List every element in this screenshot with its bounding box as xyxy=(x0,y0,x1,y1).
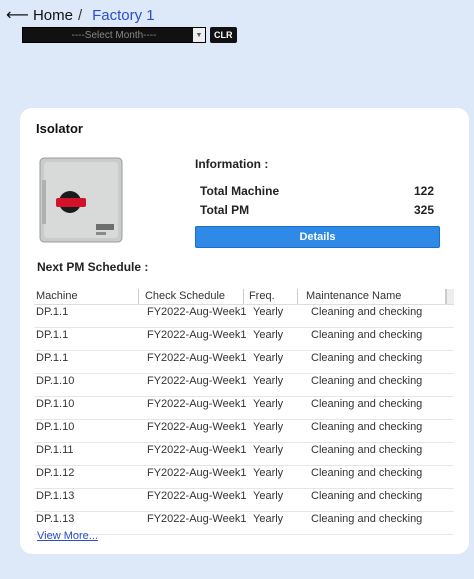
table-row[interactable]: DP.1.1 FY2022-Aug-Week1 Yearly Cleaning and… xyxy=(34,351,454,374)
table-row[interactable]: DP.1.13 FY2022-Aug-Week1 Yearly Cleaning an… xyxy=(34,489,454,512)
cell-machine: DP.1.13 xyxy=(36,490,75,502)
chevron-down-icon[interactable]: ▼ xyxy=(193,28,205,42)
cell-maintenance-name: Cleaning and checking xyxy=(311,329,423,341)
month-select-value: ----Select Month---- xyxy=(71,29,157,41)
cell-check-schedule: FY2022-Aug-Week1 xyxy=(147,352,247,364)
cell-check-schedule: FY2022-Aug-Week1 xyxy=(147,490,247,502)
breadcrumb-separator: / xyxy=(77,6,83,24)
cell-machine: DP.1.11 xyxy=(36,444,74,456)
cell-machine: DP.1.1 xyxy=(36,352,69,364)
month-select[interactable]: ----Select Month---- ▼ xyxy=(22,27,206,43)
cell-freq: Yearly xyxy=(253,467,284,479)
cell-maintenance-name: Cleaning and checking xyxy=(311,398,423,410)
scrollbar[interactable] xyxy=(446,288,455,304)
cell-check-schedule: FY2022-Aug-Week1 xyxy=(147,306,247,318)
cell-machine: DP.1.10 xyxy=(36,375,75,387)
column-header-machine[interactable]: Machine xyxy=(34,288,139,304)
cell-freq: Yearly xyxy=(253,329,284,341)
cell-machine: DP.1.1 xyxy=(36,329,69,341)
total-pm-row: Total PM 325 xyxy=(200,203,434,217)
cell-freq: Yearly xyxy=(253,513,284,525)
cell-freq: Yearly xyxy=(253,421,284,433)
details-button[interactable]: Details xyxy=(195,226,440,248)
cell-maintenance-name: Cleaning and checking xyxy=(311,375,423,387)
total-machine-row: Total Machine 122 xyxy=(200,184,434,198)
table-row[interactable]: DP.1.12 FY2022-Aug-Week1 Yearly Cleaning an… xyxy=(34,466,454,489)
cell-maintenance-name: Cleaning and checking xyxy=(311,421,423,433)
cell-check-schedule: FY2022-Aug-Week1 xyxy=(147,329,247,341)
cell-machine: DP.1.1 xyxy=(36,306,69,318)
next-pm-title: Next PM Schedule : xyxy=(37,260,149,274)
breadcrumb-home[interactable]: Home xyxy=(33,7,73,24)
cell-check-schedule: FY2022-Aug-Week1 xyxy=(147,421,247,433)
cell-maintenance-name: Cleaning and checking xyxy=(311,444,423,456)
column-header-maintenance-name[interactable]: Maintenance Name xyxy=(298,288,447,304)
cell-freq: Yearly xyxy=(253,444,284,456)
cell-maintenance-name: Cleaning and checking xyxy=(311,352,423,364)
cell-machine: DP.1.10 xyxy=(36,398,75,410)
cell-check-schedule: FY2022-Aug-Week1 xyxy=(147,444,247,456)
view-more-link[interactable]: View More... xyxy=(37,530,98,542)
cell-maintenance-name: Cleaning and checking xyxy=(311,513,423,525)
pm-schedule-table: Machine Check Schedule Freq. Maintenance… xyxy=(34,288,455,535)
table-row[interactable]: DP.1.11 FY2022-Aug-Week1 Yearly Cleaning an… xyxy=(34,443,454,466)
cell-freq: Yearly xyxy=(253,352,284,364)
left-arrow-icon[interactable]: ⟵ xyxy=(6,5,29,25)
table-body: DP.1.1 FY2022-Aug-Week1 Yearly Cleaning and… xyxy=(34,305,454,535)
cell-check-schedule: FY2022-Aug-Week1 xyxy=(147,513,247,525)
table-row[interactable]: DP.1.10 FY2022-Aug-Week1 Yearly Cleaning an… xyxy=(34,397,454,420)
cell-freq: Yearly xyxy=(253,398,284,410)
table-row[interactable]: DP.1.10 FY2022-Aug-Week1 Yearly Cleaning an… xyxy=(34,374,454,397)
card-title: Isolator xyxy=(36,121,83,136)
column-header-check-schedule[interactable]: Check Schedule xyxy=(139,288,244,304)
clear-button[interactable]: CLR xyxy=(210,27,237,43)
cell-maintenance-name: Cleaning and checking xyxy=(311,467,423,479)
total-pm-value: 325 xyxy=(413,203,434,217)
total-machine-label: Total Machine xyxy=(200,184,280,198)
cell-check-schedule: FY2022-Aug-Week1 xyxy=(147,375,247,387)
cell-machine: DP.1.10 xyxy=(36,421,75,433)
cell-check-schedule: FY2022-Aug-Week1 xyxy=(147,467,247,479)
breadcrumb-current[interactable]: Factory 1 xyxy=(92,7,155,24)
column-header-freq[interactable]: Freq. xyxy=(244,288,298,304)
isolator-switch-image xyxy=(36,152,128,244)
cell-machine: DP.1.13 xyxy=(36,513,75,525)
table-header: Machine Check Schedule Freq. Maintenance… xyxy=(34,288,455,305)
total-machine-value: 122 xyxy=(413,184,434,198)
month-filter: ----Select Month---- ▼ CLR xyxy=(22,27,237,43)
table-row[interactable]: DP.1.1 FY2022-Aug-Week1 Yearly Cleaning and… xyxy=(34,305,454,328)
cell-maintenance-name: Cleaning and checking xyxy=(311,306,423,318)
cell-freq: Yearly xyxy=(253,490,284,502)
table-row[interactable]: DP.1.10 FY2022-Aug-Week1 Yearly Cleaning an… xyxy=(34,420,454,443)
breadcrumb: ⟵ Home / Factory 1 xyxy=(6,5,155,25)
table-row[interactable]: DP.1.1 FY2022-Aug-Week1 Yearly Cleaning and… xyxy=(34,328,454,351)
isolator-card: Isolator Information : Total Machine 122… xyxy=(20,108,469,554)
cell-machine: DP.1.12 xyxy=(36,467,75,479)
cell-check-schedule: FY2022-Aug-Week1 xyxy=(147,398,247,410)
cell-maintenance-name: Cleaning and checking xyxy=(311,490,423,502)
cell-freq: Yearly xyxy=(253,375,284,387)
cell-freq: Yearly xyxy=(253,306,284,318)
total-pm-label: Total PM xyxy=(200,203,250,217)
information-title: Information : xyxy=(195,157,269,171)
